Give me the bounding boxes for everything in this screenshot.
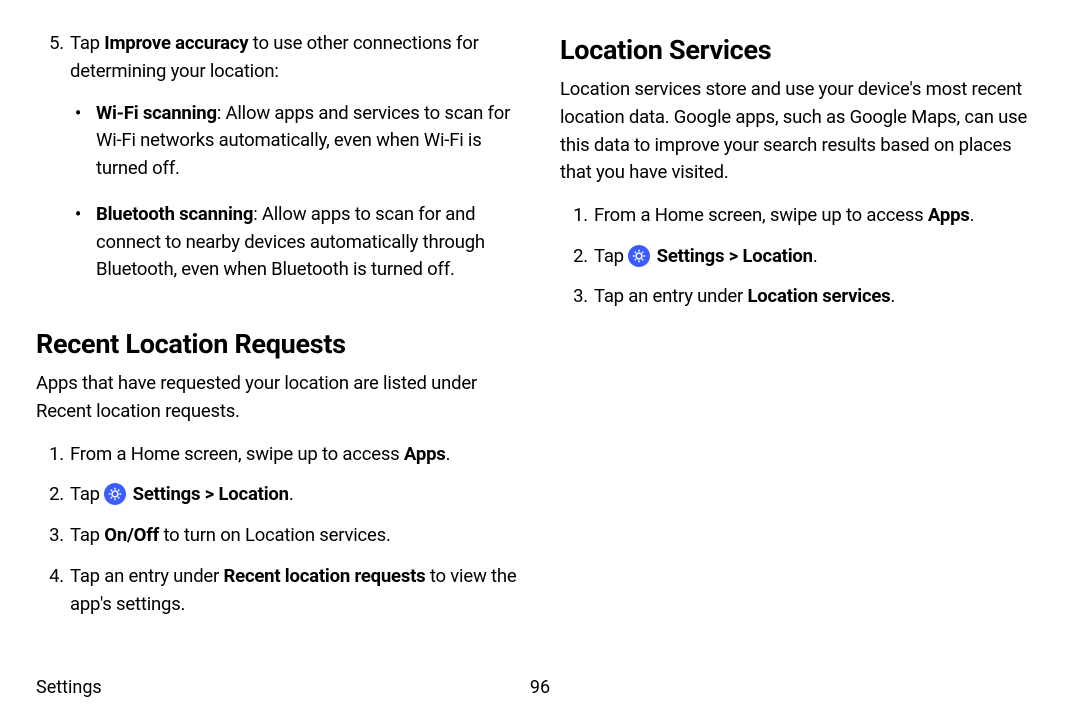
para-recent-requests: Apps that have requested your location a… — [36, 370, 520, 426]
step-left-2: 2. Tap Settings > Location. — [36, 480, 520, 509]
step-right-3: 3. Tap an entry under Location services. — [560, 282, 1044, 311]
heading-location-services: Location Services — [560, 34, 1044, 66]
step-right-2: 2. Tap Settings > Location. — [560, 242, 1044, 271]
step-bold: Location services — [748, 285, 891, 307]
step-gt: > — [724, 245, 742, 267]
step-bold: Apps — [404, 443, 446, 465]
step-left-4: 4. Tap an entry under Recent location re… — [36, 562, 520, 619]
heading-recent-requests: Recent Location Requests — [36, 328, 520, 360]
step-body: Tap an entry under Recent location reque… — [70, 562, 520, 619]
step-pre: From a Home screen, swipe up to access — [70, 443, 404, 465]
settings-icon — [628, 245, 650, 267]
left-column: 5. Tap Improve accuracy to use other con… — [36, 30, 520, 665]
step-body: Tap an entry under Location services. — [594, 282, 1044, 311]
item5-sub-bullets: • Wi-Fi scanning: Allow apps and service… — [70, 100, 520, 285]
bullet-bluetooth: • Bluetooth scanning: Allow apps to scan… — [70, 201, 520, 284]
step-post: . — [813, 245, 818, 267]
step-post: . — [970, 204, 975, 226]
step-bold: On/Off — [104, 524, 159, 546]
bullet-body: Wi-Fi scanning: Allow apps and services … — [96, 100, 520, 183]
bullet-dot-icon: • — [70, 201, 86, 284]
footer-section-label: Settings — [36, 677, 102, 698]
step-location-bold: Location — [218, 483, 288, 505]
step-body: Tap On/Off to turn on Location services. — [70, 521, 520, 550]
step-post: to turn on Location services. — [159, 524, 391, 546]
bullet-wifi: • Wi-Fi scanning: Allow apps and service… — [70, 100, 520, 183]
bullet-dot-icon: • — [70, 100, 86, 183]
step-bold: Apps — [928, 204, 970, 226]
step-number: 1. — [36, 440, 64, 469]
step-right-1: 1. From a Home screen, swipe up to acces… — [560, 201, 1044, 230]
step-body: Tap Settings > Location. — [70, 480, 520, 509]
step-pre: Tap an entry under — [70, 565, 224, 587]
step-gt: > — [200, 483, 218, 505]
bullet-body: Bluetooth scanning: Allow apps to scan f… — [96, 201, 520, 284]
page-content: 5. Tap Improve accuracy to use other con… — [36, 30, 1044, 665]
step-left-1: 1. From a Home screen, swipe up to acces… — [36, 440, 520, 469]
step-number: 4. — [36, 562, 64, 619]
step-number: 2. — [560, 242, 588, 271]
list-item-5: 5. Tap Improve accuracy to use other con… — [36, 30, 520, 302]
step-number: 3. — [36, 521, 64, 550]
footer-page-number: 96 — [530, 677, 550, 698]
step-body: Tap Settings > Location. — [594, 242, 1044, 271]
item5-bold: Improve accuracy — [104, 32, 248, 54]
step-post: . — [446, 443, 451, 465]
item5-pre: Tap — [70, 32, 104, 54]
bullet-bold: Wi-Fi scanning — [96, 102, 217, 124]
step-left-3: 3. Tap On/Off to turn on Location servic… — [36, 521, 520, 550]
step-settings-bold: Settings — [133, 483, 201, 505]
step-pre: Tap — [594, 245, 628, 267]
step-pre: Tap — [70, 483, 104, 505]
bullet-bold: Bluetooth scanning — [96, 203, 253, 225]
item5-body: Tap Improve accuracy to use other connec… — [70, 30, 520, 302]
step-body: From a Home screen, swipe up to access A… — [70, 440, 520, 469]
step-location-bold: Location — [742, 245, 812, 267]
step-post: . — [289, 483, 294, 505]
step-post: . — [890, 285, 895, 307]
right-column: Location Services Location services stor… — [560, 30, 1044, 665]
step-number: 1. — [560, 201, 588, 230]
step-pre: From a Home screen, swipe up to access — [594, 204, 928, 226]
step-pre: Tap — [70, 524, 104, 546]
step-bold: Recent location requests — [224, 565, 426, 587]
step-number: 3. — [560, 282, 588, 311]
step-settings-bold: Settings — [657, 245, 725, 267]
step-pre: Tap an entry under — [594, 285, 748, 307]
para-location-services: Location services store and use your dev… — [560, 76, 1044, 187]
page-footer: Settings 96 — [36, 677, 1044, 698]
step-body: From a Home screen, swipe up to access A… — [594, 201, 1044, 230]
step-number: 2. — [36, 480, 64, 509]
settings-icon — [104, 483, 126, 505]
item5-number: 5. — [36, 30, 64, 302]
